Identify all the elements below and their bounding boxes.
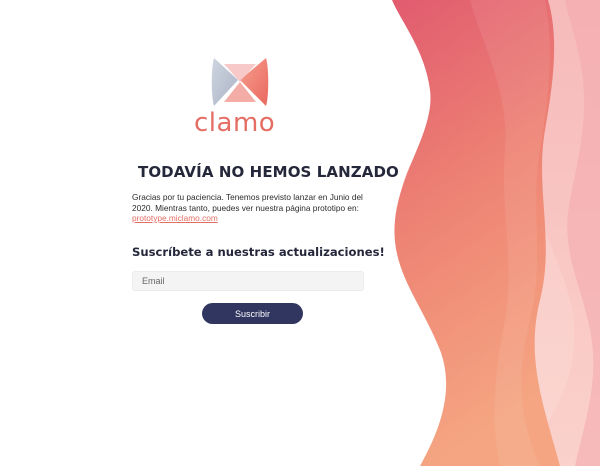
- page-headline: TODAVÍA NO HEMOS LANZADO: [132, 160, 399, 184]
- email-input[interactable]: [132, 271, 364, 291]
- subscribe-title: Suscríbete a nuestras actualizaciones!: [132, 245, 385, 259]
- subscribe-button[interactable]: Suscribir: [202, 303, 303, 324]
- clamo-bow-logo-icon: [211, 58, 269, 106]
- prototype-link[interactable]: prototype.miclamo.com: [132, 213, 218, 223]
- headline-text: TODAVÍA NO HEMOS LANZADO: [138, 163, 399, 181]
- description-text: Gracias por tu paciencia. Tenemos previs…: [132, 192, 367, 224]
- brand-name: clamo: [194, 108, 276, 138]
- main-content: clamo TODAVÍA NO HEMOS LANZADO Gracias p…: [0, 0, 399, 466]
- description-body: Gracias por tu paciencia. Tenemos previs…: [132, 192, 363, 213]
